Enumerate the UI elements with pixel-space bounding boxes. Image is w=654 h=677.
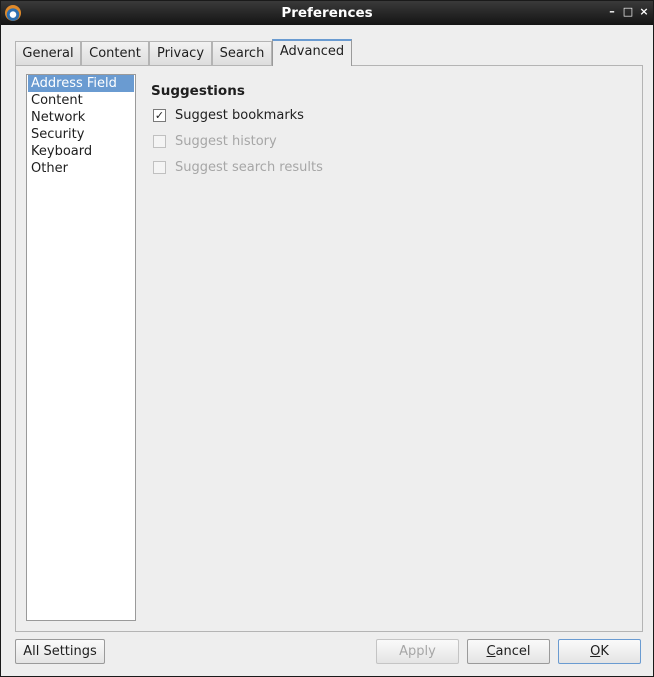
close-button[interactable]: × [637,5,651,19]
tab-content[interactable]: Content [81,41,149,66]
suggest-history-checkbox [153,135,166,148]
tab-general[interactable]: General [15,41,81,66]
cancel-label: ancel [495,644,531,659]
suggestions-heading: Suggestions [151,83,245,99]
maximize-button[interactable]: □ [621,5,635,19]
suggest-search-results-checkbox [153,161,166,174]
suggest-bookmarks-label[interactable]: Suggest bookmarks [175,108,304,123]
category-item-network[interactable]: Network [28,109,134,126]
cancel-mnemonic: C [486,644,496,659]
category-item-other[interactable]: Other [28,160,134,177]
category-item-address-field[interactable]: Address Field [28,75,134,92]
tab-search[interactable]: Search [212,41,272,66]
tab-privacy[interactable]: Privacy [149,41,212,66]
minimize-button[interactable]: – [605,5,619,19]
suggest-search-results-label: Suggest search results [175,160,323,175]
category-list[interactable]: Address Field Content Network Security K… [26,74,136,621]
ok-mnemonic: O [590,644,601,659]
suggest-history-label: Suggest history [175,134,277,149]
title-bar[interactable]: Preferences – □ × [1,1,653,25]
all-settings-button[interactable]: All Settings [15,639,105,664]
ok-label: K [600,644,609,659]
tab-advanced[interactable]: Advanced [272,39,352,66]
ok-button[interactable]: OK [558,639,641,664]
advanced-panel: Address Field Content Network Security K… [15,65,643,632]
category-item-content[interactable]: Content [28,92,134,109]
apply-button: Apply [376,639,459,664]
category-item-keyboard[interactable]: Keyboard [28,143,134,160]
window-title: Preferences [281,5,373,21]
cancel-button[interactable]: Cancel [467,639,550,664]
category-item-security[interactable]: Security [28,126,134,143]
suggest-bookmarks-checkbox[interactable]: ✓ [153,109,166,122]
preferences-dialog: Preferences – □ × General Content Privac… [0,0,654,677]
